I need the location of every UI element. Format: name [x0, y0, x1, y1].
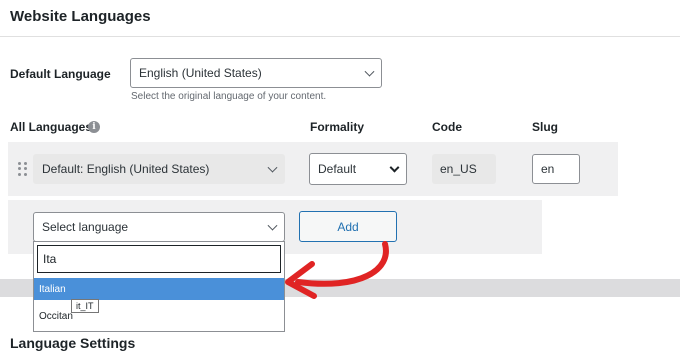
page: Website Languages Default Language Engli…: [0, 0, 680, 355]
annotation-arrow-icon: [285, 241, 389, 299]
language-settings-title: Language Settings: [10, 335, 136, 351]
